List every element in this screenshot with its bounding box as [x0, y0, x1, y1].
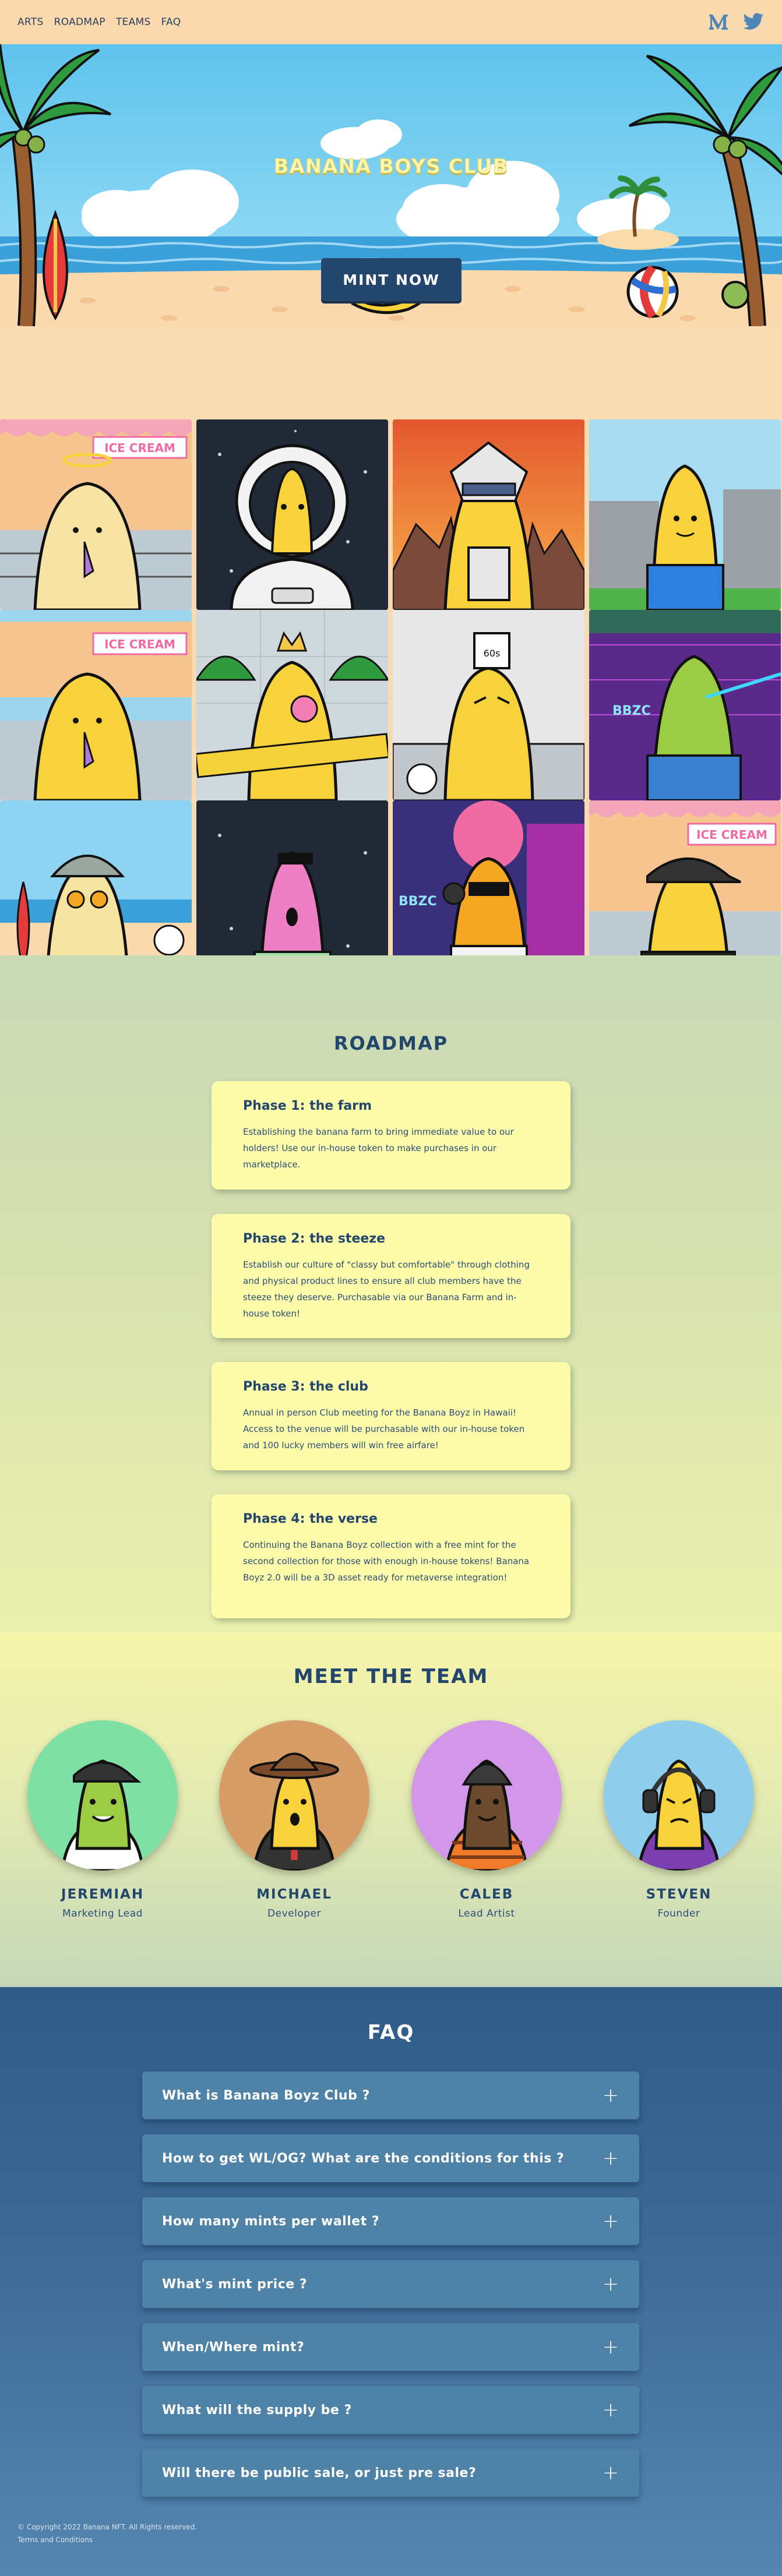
phase-description: Annual in person Club meeting for the Ba… — [243, 1407, 525, 1451]
faq-item[interactable]: How many mints per wallet ? + — [142, 2197, 639, 2245]
faq-question: What's mint price ? — [162, 2277, 308, 2292]
chef-hat-label: 60s — [484, 648, 501, 659]
team-member-card: STEVEN Founder — [603, 1720, 755, 1919]
footer: © Copyright 2022 Banana NFT. All Rights … — [17, 2521, 197, 2546]
phase-card: Phase 4: the verse Continuing the Banana… — [212, 1494, 570, 1618]
nft-art-tile[interactable]: BBZC — [589, 610, 781, 800]
faq-item[interactable]: When/Where mint? + — [142, 2323, 639, 2371]
plus-icon[interactable]: + — [602, 2211, 619, 2231]
roadmap-title: ROADMAP — [333, 1032, 449, 1054]
nft-art-tile[interactable]: ICE CREAM — [0, 610, 192, 800]
faq-question: When/Where mint? — [162, 2339, 305, 2355]
phase-card: Phase 3: the club Annual in person Club … — [212, 1362, 570, 1470]
nft-art-tile[interactable] — [393, 419, 584, 610]
bbzc-sign: BBZC — [612, 704, 651, 718]
arts-gallery-grid: ICE CREAM ICE CREAM 60s BBZC BBZC ICE CR… — [0, 419, 782, 991]
team-member-card: JEREMIAH Marketing Lead — [27, 1720, 178, 1919]
phase-title: Phase 4: the verse — [243, 1512, 378, 1526]
phase-title: Phase 1: the farm — [243, 1099, 372, 1113]
nav-link-roadmap[interactable]: ROADMAP — [54, 16, 105, 28]
member-role: Lead Artist — [458, 1908, 515, 1919]
ice-cream-sign: ICE CREAM — [104, 441, 175, 455]
faq-question: Will there be public sale, or just pre s… — [162, 2465, 477, 2480]
member-name: CALEB — [459, 1887, 514, 1902]
nft-art-tile[interactable] — [589, 419, 781, 610]
faq-item[interactable]: What is Banana Boyz Club ? + — [142, 2072, 639, 2119]
nav-link-arts[interactable]: ARTS — [17, 16, 44, 28]
social-links — [707, 12, 765, 31]
plus-icon[interactable]: + — [602, 2274, 619, 2294]
roadmap-section: ROADMAP Phase 1: the farm Establishing t… — [0, 955, 782, 1633]
phase-description: Establishing the banana farm to bring im… — [243, 1127, 514, 1170]
arts-section: ICE CREAM ICE CREAM 60s BBZC BBZC ICE CR… — [0, 326, 782, 991]
nft-art-tile[interactable]: ICE CREAM — [0, 419, 192, 610]
phase-title: Phase 3: the club — [243, 1379, 368, 1394]
faq-item[interactable]: What's mint price ? + — [142, 2260, 639, 2308]
faq-question: How to get WL/OG? What are the condition… — [162, 2151, 565, 2166]
bbzc-sign: BBZC — [399, 894, 437, 909]
plus-icon[interactable]: + — [602, 2400, 619, 2420]
member-name: JEREMIAH — [61, 1887, 145, 1902]
nav-link-teams[interactable]: TEAMS — [116, 16, 151, 28]
plus-icon[interactable]: + — [602, 2337, 619, 2357]
avatar — [604, 1720, 754, 1871]
nav-link-faq[interactable]: FAQ — [161, 16, 181, 28]
nft-art-tile[interactable]: 60s — [393, 610, 584, 800]
hero-section: BANANA BOYS CLUB MINT NOW — [0, 44, 782, 326]
copyright-text: © Copyright 2022 Banana NFT. All Rights … — [17, 2523, 198, 2531]
phase-card: Phase 2: the steeze Establish our cultur… — [212, 1214, 570, 1338]
member-name: STEVEN — [646, 1887, 712, 1902]
avatar — [27, 1720, 178, 1871]
faq-section: FAQ What is Banana Boyz Club ? + How to … — [0, 1987, 782, 2576]
member-role: Marketing Lead — [62, 1908, 143, 1919]
nft-art-tile[interactable] — [196, 610, 388, 800]
phase-description: Establish our culture of "classy but com… — [243, 1259, 530, 1319]
member-role: Developer — [267, 1908, 321, 1919]
top-nav: ARTS ROADMAP TEAMS FAQ — [0, 0, 782, 44]
nav-links: ARTS ROADMAP TEAMS FAQ — [17, 16, 181, 28]
member-name: MICHAEL — [256, 1887, 332, 1902]
faq-item[interactable]: Will there be public sale, or just pre s… — [142, 2449, 639, 2497]
phase-card: Phase 1: the farm Establishing the banan… — [212, 1081, 570, 1190]
faq-item[interactable]: How to get WL/OG? What are the condition… — [142, 2134, 639, 2182]
team-section: MEET THE TEAM JEREMIAH Marketing Lead MI… — [0, 1633, 782, 1987]
plus-icon[interactable]: + — [602, 2085, 619, 2105]
avatar — [411, 1720, 562, 1871]
team-member-card: MICHAEL Developer — [219, 1720, 370, 1919]
hero-title: BANANA BOYS CLUB — [273, 155, 509, 179]
mint-now-button[interactable]: MINT NOW — [321, 258, 462, 301]
avatar — [219, 1720, 369, 1871]
phase-title: Phase 2: the steeze — [243, 1231, 386, 1246]
phase-description: Continuing the Banana Boyz collection wi… — [243, 1540, 530, 1583]
member-role: Founder — [657, 1908, 700, 1919]
medium-icon[interactable] — [707, 12, 730, 31]
plus-icon[interactable]: + — [602, 2148, 619, 2168]
ice-cream-sign: ICE CREAM — [696, 828, 767, 842]
faq-item[interactable]: What will the supply be ? + — [142, 2386, 639, 2434]
ice-cream-sign: ICE CREAM — [104, 637, 175, 651]
faq-title: FAQ — [367, 2021, 415, 2044]
terms-link[interactable]: Terms and Conditions — [17, 2536, 93, 2544]
twitter-icon[interactable] — [742, 12, 765, 31]
team-title: MEET THE TEAM — [293, 1665, 489, 1688]
faq-question: What will the supply be ? — [162, 2402, 352, 2418]
team-member-card: CALEB Lead Artist — [411, 1720, 562, 1919]
faq-question: How many mints per wallet ? — [162, 2214, 380, 2229]
plus-icon[interactable]: + — [602, 2463, 619, 2483]
nft-art-tile[interactable] — [196, 419, 388, 610]
faq-question: What is Banana Boyz Club ? — [162, 2088, 370, 2103]
